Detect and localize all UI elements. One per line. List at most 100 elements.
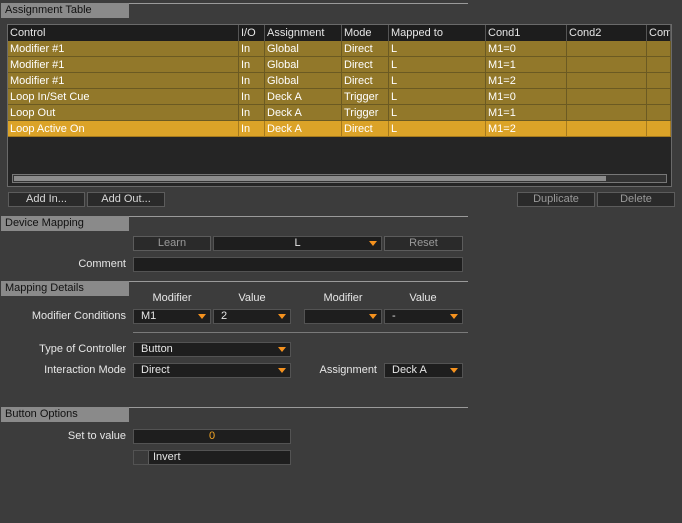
table-cell-cond2 (567, 121, 647, 137)
table-cell-control: Loop Out (8, 105, 239, 121)
comment-input[interactable] (133, 257, 463, 272)
value2-dropdown[interactable]: - (384, 309, 463, 324)
table-cell-cond1: M1=0 (486, 89, 567, 105)
assignment-table[interactable]: Control I/O Assignment Mode Mapped to Co… (7, 24, 672, 187)
table-cell-mapped: L (389, 121, 486, 137)
modifier1-value: M1 (141, 310, 157, 322)
button-options-header: Button Options (1, 407, 129, 422)
mapping-details-header: Mapping Details (1, 281, 129, 296)
table-cell-com (647, 89, 671, 105)
chevron-down-icon (198, 314, 206, 319)
mapped-to-value: L (294, 237, 301, 249)
assignment-dropdown[interactable]: Deck A (384, 363, 463, 378)
interaction-mode-dropdown[interactable]: Direct (133, 363, 291, 378)
table-cell-mode: Trigger (342, 105, 389, 121)
column-header-mapped-to[interactable]: Mapped to (389, 25, 486, 41)
column-header-cond1[interactable]: Cond1 (486, 25, 567, 41)
interaction-mode-value: Direct (141, 364, 170, 376)
table-cell-mode: Direct (342, 121, 389, 137)
table-cell-mode: Direct (342, 41, 389, 57)
table-cell-mapped: L (389, 105, 486, 121)
learn-button[interactable]: Learn (133, 236, 211, 251)
table-cell-assignment: Deck A (265, 121, 342, 137)
table-cell-cond1: M1=0 (486, 41, 567, 57)
add-in-button[interactable]: Add In... (8, 192, 85, 207)
table-cell-assignment: Deck A (265, 89, 342, 105)
table-row[interactable]: Modifier #1 In Global Direct L M1=1 (8, 57, 671, 73)
mapped-to-dropdown[interactable]: L (213, 236, 382, 251)
interaction-mode-label: Interaction Mode (44, 364, 126, 376)
table-cell-control: Modifier #1 (8, 73, 239, 89)
table-cell-mode: Direct (342, 57, 389, 73)
table-cell-com (647, 105, 671, 121)
table-row[interactable]: Loop In/Set Cue In Deck A Trigger L M1=0 (8, 89, 671, 105)
table-cell-control: Loop Active On (8, 121, 239, 137)
table-cell-com (647, 41, 671, 57)
column-header-assignment[interactable]: Assignment (265, 25, 342, 41)
invert-label: Invert (153, 451, 181, 463)
table-cell-mode: Trigger (342, 89, 389, 105)
modifier-column-label: Modifier (152, 292, 192, 304)
value1-value: 2 (221, 310, 228, 322)
chevron-down-icon (450, 368, 458, 373)
table-cell-cond2 (567, 73, 647, 89)
table-cell-cond2 (567, 41, 647, 57)
table-cell-cond1: M1=1 (486, 57, 567, 73)
table-cell-cond2 (567, 57, 647, 73)
table-cell-cond2 (567, 89, 647, 105)
set-to-value-input[interactable]: 0 (133, 429, 291, 444)
invert-checkbox[interactable] (134, 451, 149, 464)
table-cell-mapped: L (389, 41, 486, 57)
column-header-io[interactable]: I/O (239, 25, 265, 41)
modifier2-dropdown[interactable] (304, 309, 382, 324)
table-cell-mode: Direct (342, 73, 389, 89)
device-mapping-header: Device Mapping (1, 216, 129, 231)
table-cell-io: In (239, 73, 265, 89)
table-row[interactable]: Modifier #1 In Global Direct L M1=2 (8, 73, 671, 89)
table-cell-mapped: L (389, 57, 486, 73)
table-cell-com (647, 57, 671, 73)
add-out-button[interactable]: Add Out... (87, 192, 165, 207)
scrollbar-thumb[interactable] (14, 176, 606, 181)
column-header-comment[interactable]: Com (647, 25, 671, 41)
chevron-down-icon (278, 347, 286, 352)
table-cell-io: In (239, 41, 265, 57)
table-header-row: Control I/O Assignment Mode Mapped to Co… (8, 25, 671, 41)
modifier1-dropdown[interactable]: M1 (133, 309, 211, 324)
reset-button[interactable]: Reset (384, 236, 463, 251)
section-divider (129, 407, 468, 408)
table-cell-control: Modifier #1 (8, 41, 239, 57)
delete-button[interactable]: Delete (597, 192, 675, 207)
assignment-value: Deck A (392, 364, 427, 376)
invert-toggle[interactable]: Invert (133, 450, 291, 465)
duplicate-button[interactable]: Duplicate (517, 192, 595, 207)
table-cell-cond1: M1=2 (486, 73, 567, 89)
value2-value: - (392, 310, 396, 322)
horizontal-scrollbar[interactable] (12, 174, 667, 183)
table-row[interactable]: Loop Out In Deck A Trigger L M1=1 (8, 105, 671, 121)
chevron-down-icon (369, 241, 377, 246)
table-cell-io: In (239, 105, 265, 121)
table-cell-control: Loop In/Set Cue (8, 89, 239, 105)
table-row[interactable]: Modifier #1 In Global Direct L M1=0 (8, 41, 671, 57)
table-cell-io: In (239, 121, 265, 137)
value1-dropdown[interactable]: 2 (213, 309, 291, 324)
table-row[interactable]: Loop Active On In Deck A Direct L M1=2 (8, 121, 671, 137)
table-cell-assignment: Deck A (265, 105, 342, 121)
section-divider (133, 332, 468, 333)
table-cell-io: In (239, 57, 265, 73)
table-cell-control: Modifier #1 (8, 57, 239, 73)
assignment-label: Assignment (319, 364, 377, 376)
type-of-controller-label: Type of Controller (39, 343, 126, 355)
column-header-mode[interactable]: Mode (342, 25, 389, 41)
modifier-conditions-label: Modifier Conditions (31, 310, 126, 322)
column-header-control[interactable]: Control (8, 25, 239, 41)
column-header-cond2[interactable]: Cond2 (567, 25, 647, 41)
type-of-controller-value: Button (141, 343, 173, 355)
chevron-down-icon (450, 314, 458, 319)
type-of-controller-dropdown[interactable]: Button (133, 342, 291, 357)
section-divider (129, 216, 468, 217)
value-column-label-2: Value (409, 292, 437, 304)
table-cell-mapped: L (389, 73, 486, 89)
modifier-column-label-2: Modifier (323, 292, 363, 304)
